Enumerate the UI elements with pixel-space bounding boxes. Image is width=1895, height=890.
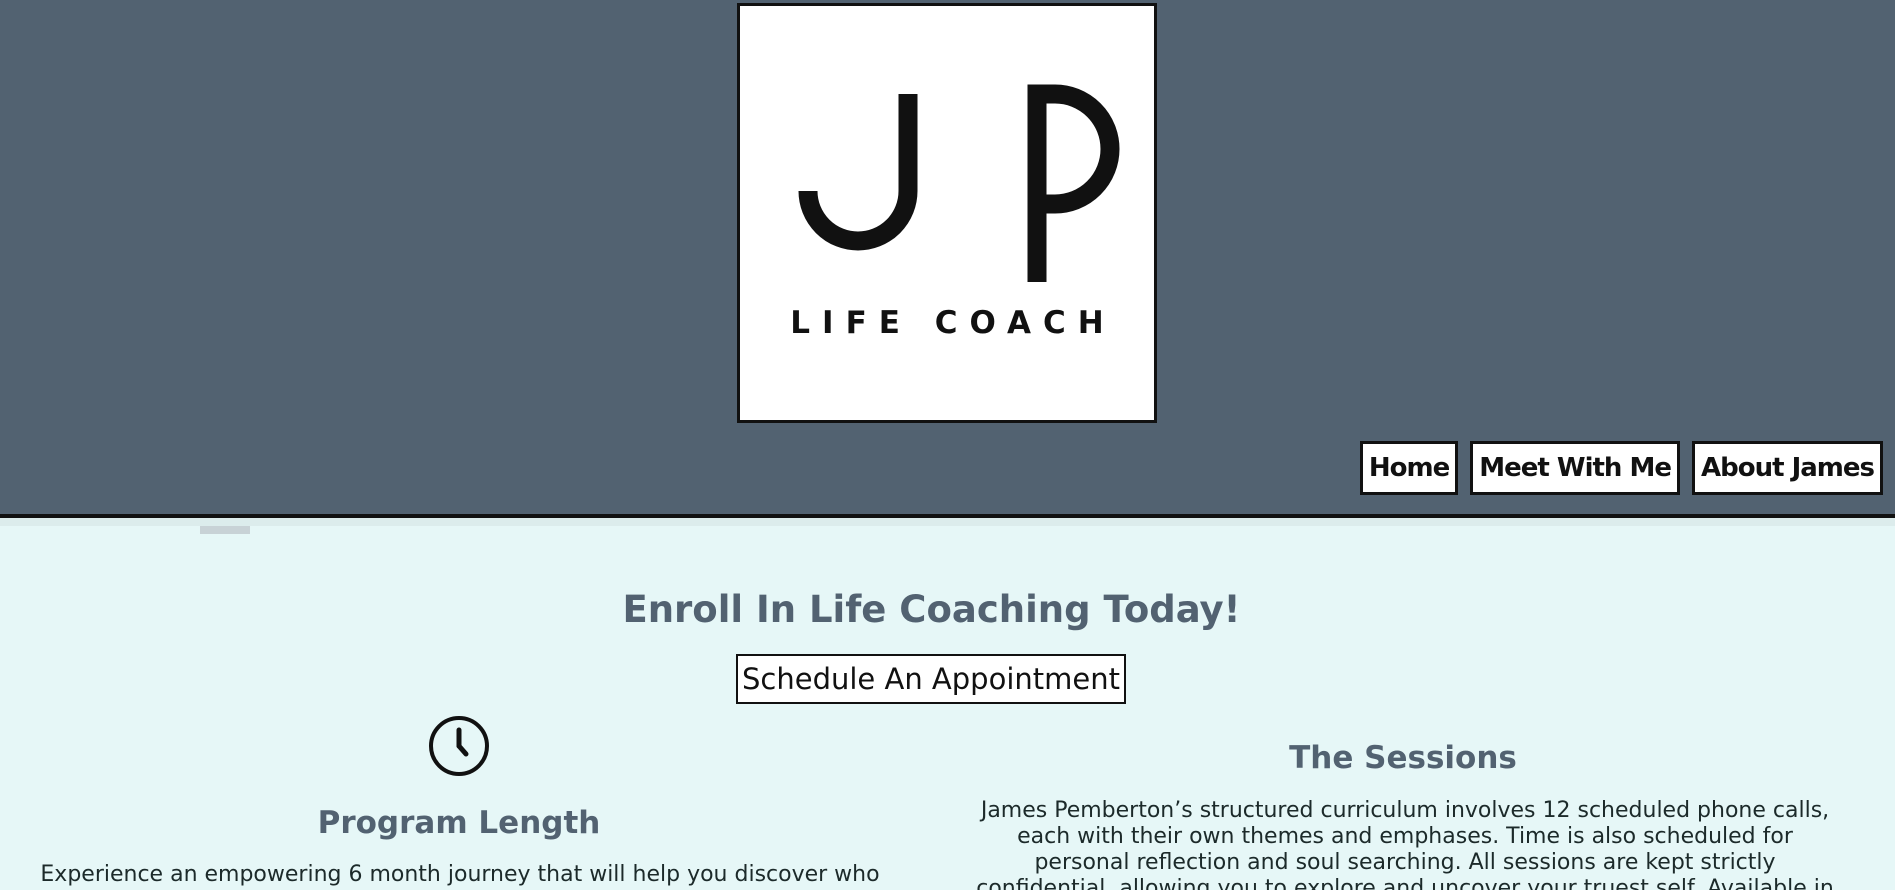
main-content: Enroll In Life Coaching Today! Schedule … <box>0 518 1895 890</box>
site-logo[interactable]: LIFE COACH <box>737 3 1157 423</box>
logo-tagline: LIFE COACH <box>790 305 1116 341</box>
schedule-appointment-button[interactable]: Schedule An Appointment <box>736 654 1126 704</box>
clock-icon <box>429 716 489 776</box>
program-length-title: Program Length <box>317 805 601 841</box>
sessions-title: The Sessions <box>1289 740 1517 776</box>
nav-about-james[interactable]: About James <box>1691 441 1883 495</box>
page-headline: Enroll In Life Coaching Today! <box>622 588 1241 631</box>
divider-strip <box>0 518 1895 526</box>
main-nav: Home Meet With Me About James <box>1359 441 1883 495</box>
divider-mark <box>200 526 250 534</box>
program-length-text: Experience an empowering 6 month journey… <box>40 862 880 887</box>
nav-home[interactable]: Home <box>1359 441 1459 495</box>
site-header: LIFE COACH Home Meet With Me About James <box>0 0 1895 518</box>
nav-meet-with-me[interactable]: Meet With Me <box>1470 441 1680 495</box>
jp-monogram-icon <box>798 84 1120 282</box>
sessions-text: James Pemberton’s structured curriculum … <box>976 798 1834 890</box>
